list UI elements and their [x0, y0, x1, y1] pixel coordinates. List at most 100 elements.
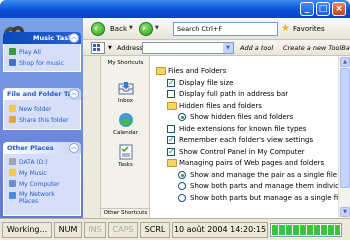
group-body-file-folder-tasks: New folder Share this folder: [3, 100, 81, 130]
status-text: Working...: [2, 222, 52, 238]
address-label: Address:: [117, 44, 146, 52]
task-label: Share this folder: [19, 117, 69, 124]
create-toolbar-link[interactable]: Create a new ToolBar: [283, 44, 350, 52]
calendar-icon: [118, 112, 134, 128]
tree-row-label: Hidden files and folders: [179, 101, 262, 110]
favorites-label: Favorites: [293, 25, 325, 33]
task-new-folder[interactable]: New folder: [9, 105, 51, 113]
folder-icon: [156, 67, 166, 75]
progress-fill: [272, 225, 340, 235]
group-header-other-places[interactable]: Other Places ︿: [3, 142, 81, 154]
checkbox[interactable]: [167, 134, 175, 145]
network-icon: [9, 192, 16, 199]
checkbox[interactable]: [167, 90, 175, 98]
task-label: New folder: [19, 106, 52, 113]
tree-row-label: Display full path in address bar: [179, 90, 289, 98]
back-button[interactable]: ‹ Back: [91, 21, 132, 37]
other-shortcuts-button[interactable]: Other Shortcuts: [101, 208, 150, 218]
group-header-file-folder-tasks[interactable]: File and Folder Ta... ︿: [3, 88, 81, 100]
chevron-up-icon[interactable]: ︿: [69, 33, 79, 43]
scroll-thumb[interactable]: [340, 68, 350, 188]
drive-icon: [9, 158, 16, 165]
group-body-music-tasks: Play All Shop for music: [3, 44, 81, 72]
shortcut-label: Calendar: [113, 130, 138, 136]
caps-indicator: CAPS: [108, 222, 138, 238]
scroll-up-icon[interactable]: ▲: [340, 57, 350, 67]
tree-row-label: Show Control Panel in My Computer: [179, 147, 305, 156]
new-folder-icon: [9, 105, 16, 112]
tree-row-label: Show both parts but manage as a single f…: [190, 193, 338, 202]
group-header-music-tasks[interactable]: Music Tasks ︿: [3, 32, 81, 44]
folder-icon: [167, 159, 177, 167]
tree-row-label: Show both parts and manage them individu: [190, 182, 338, 190]
task-shop-music[interactable]: Shop for music: [9, 59, 64, 67]
minimize-button[interactable]: _: [300, 2, 314, 16]
shortcut-calendar[interactable]: Calendar: [101, 112, 150, 136]
progress-bar: [270, 223, 342, 237]
scroll-down-icon[interactable]: ▼: [340, 207, 350, 217]
task-play-all[interactable]: Play All: [9, 48, 41, 56]
options-tree: Files and Folders Display file size Displa…: [151, 56, 338, 218]
search-input[interactable]: Search Ctrl+F: [173, 22, 278, 36]
back-dropdown-icon[interactable]: ▼: [129, 25, 133, 31]
folder-icon: [167, 101, 177, 110]
favorites-button[interactable]: ★ Favorites: [281, 22, 325, 36]
tree-row-label: Show and manage the pair as a single fil…: [190, 170, 338, 179]
share-icon: [9, 116, 16, 123]
tree-row-label: Files and Folders: [168, 67, 227, 75]
views-dropdown-icon[interactable]: ▼: [108, 45, 112, 51]
tree-row-label: Managing pairs of Web pages and folders: [179, 159, 325, 167]
shortcuts-bar: My Shortcuts Inbox Calendar Tasks Other …: [101, 56, 150, 218]
tasks-icon: [118, 144, 134, 160]
tree-row-label: Remember each folder's view settings: [179, 136, 314, 144]
task-label: Shop for music: [19, 60, 64, 67]
add-tool-link[interactable]: Add a tool: [240, 44, 273, 52]
group-body-other-places: DATA (D:) My Music My Computer My Networ…: [3, 154, 81, 216]
task-label: My Computer: [19, 181, 60, 188]
toolbar: ‹ Back ▼ › ▼ Search Ctrl+F ★ Favorites: [83, 18, 350, 40]
maximize-button[interactable]: □: [316, 2, 330, 16]
shortcut-tasks[interactable]: Tasks: [101, 144, 150, 168]
chevron-up-icon[interactable]: ︿: [69, 143, 79, 153]
address-bar: ▼ Address: ▼ Add a tool Create a new Too…: [83, 40, 350, 56]
tree-row-label: Hide extensions for known file types: [179, 124, 307, 133]
radio-button[interactable]: [178, 193, 186, 202]
back-label: Back: [110, 25, 127, 33]
checkbox[interactable]: [167, 124, 175, 133]
side-strip: [83, 56, 101, 218]
radio-button[interactable]: [178, 170, 186, 179]
forward-dropdown-icon[interactable]: ▼: [155, 25, 159, 31]
place-my-network[interactable]: My Network Places: [9, 191, 69, 205]
status-bar: Working... NUM INS CAPS SCRL 10 août 200…: [0, 218, 350, 240]
task-share-folder[interactable]: Share this folder: [9, 116, 69, 124]
tree-row-label: Show hidden files and folders: [190, 113, 294, 121]
views-icon[interactable]: [91, 42, 105, 54]
tree-row-label: Display file size: [179, 78, 234, 87]
task-label: My Music: [19, 170, 47, 177]
shortcut-label: Tasks: [118, 162, 133, 168]
checkbox[interactable]: [167, 146, 175, 157]
task-pane: Music Tasks ︿ Play All Shop for music Fi…: [0, 18, 83, 218]
place-data-drive[interactable]: DATA (D:): [9, 158, 48, 166]
radio-button[interactable]: [178, 113, 186, 121]
place-my-music[interactable]: My Music: [9, 169, 47, 177]
radio-button[interactable]: [178, 182, 186, 190]
computer-icon: [9, 180, 16, 187]
close-button[interactable]: ×: [332, 2, 346, 16]
inbox-icon: [118, 80, 134, 96]
vertical-scrollbar[interactable]: ▲ ▼: [338, 56, 350, 218]
datetime-display: 10 août 2004 14:20:15: [172, 222, 268, 238]
num-indicator: NUM: [54, 222, 82, 238]
checkbox[interactable]: [167, 77, 175, 88]
chevron-up-icon[interactable]: ︿: [69, 89, 79, 99]
forward-button[interactable]: ›: [139, 22, 153, 36]
address-input[interactable]: ▼: [142, 42, 234, 54]
music-folder-icon: [9, 169, 16, 176]
place-my-computer[interactable]: My Computer: [9, 180, 59, 188]
shortcut-label: Inbox: [117, 98, 134, 104]
shortcut-inbox[interactable]: Inbox: [101, 80, 150, 104]
globe-icon: [9, 59, 16, 66]
address-dropdown-icon[interactable]: ▼: [223, 43, 233, 53]
group-title: Other Places: [7, 144, 54, 152]
shortcuts-header: My Shortcuts: [107, 60, 144, 66]
